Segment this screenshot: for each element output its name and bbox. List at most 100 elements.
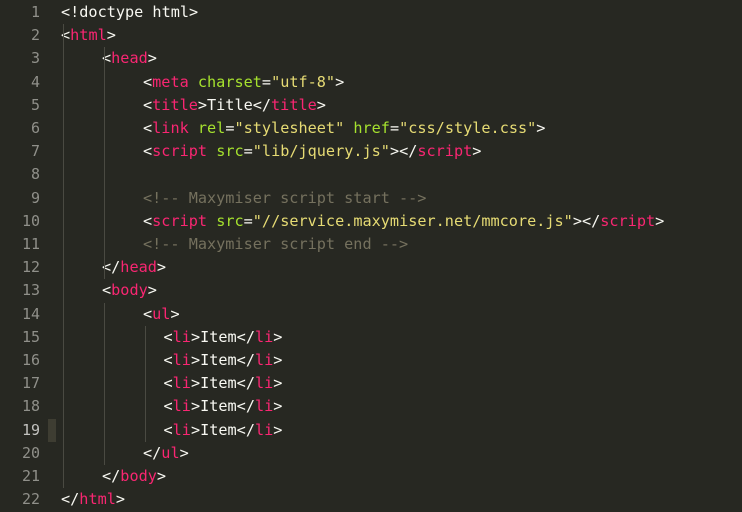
code-line[interactable]: <li>Item</li>	[164, 372, 283, 395]
indent-guide	[104, 302, 105, 465]
punctuation: <	[143, 142, 153, 161]
tag-name: li	[254, 351, 274, 369]
punctuation: <	[143, 211, 153, 230]
code-line[interactable]: <html>	[61, 24, 116, 47]
line-number: 12	[21, 258, 40, 277]
line-number: 16	[21, 351, 40, 369]
punctuation: >Item</	[190, 397, 255, 416]
punctuation: >Item</	[190, 327, 255, 346]
punctuation: <	[143, 72, 153, 91]
code-line[interactable]: <!-- Maxymiser script end -->	[143, 233, 408, 256]
punctuation: >	[179, 443, 189, 462]
tag-name: li	[172, 351, 191, 369]
punctuation: >Item</	[190, 420, 255, 439]
line-number: 2	[30, 26, 40, 45]
tag-name: li	[254, 327, 274, 346]
punctuation: >	[273, 327, 283, 346]
punctuation: ></	[572, 211, 601, 230]
tag-name: title	[152, 95, 198, 114]
punctuation: >	[147, 49, 157, 68]
punctuation: >	[273, 351, 283, 369]
code-line[interactable]: <body>	[102, 279, 157, 302]
punctuation: >	[156, 467, 167, 485]
punctuation	[189, 73, 198, 91]
punctuation: >	[156, 258, 167, 277]
punctuation: <	[143, 95, 153, 114]
punctuation: <	[163, 327, 173, 346]
line-number: 6	[30, 119, 40, 137]
tag-name: body	[111, 281, 148, 300]
line-number: 3	[30, 49, 40, 68]
string-value: "lib/jquery.js"	[252, 142, 390, 161]
line-number: 19	[21, 420, 40, 439]
code-line[interactable]: <!doctype html>	[61, 1, 198, 24]
punctuation: >	[335, 72, 345, 91]
code-line[interactable]: <script src="//service.maxymiser.net/mmc…	[143, 210, 664, 233]
line-number: 15	[21, 327, 40, 346]
punctuation: <	[143, 304, 153, 323]
punctuation: <	[163, 420, 173, 439]
punctuation	[344, 119, 353, 137]
code-line[interactable]: <li>Item</li>	[164, 419, 283, 442]
tag-name: meta	[152, 72, 189, 91]
punctuation: >	[536, 119, 546, 137]
string-value: "//service.maxymiser.net/mmcore.js"	[252, 211, 573, 230]
tag-name: ul	[152, 304, 171, 323]
punctuation: <	[163, 397, 173, 416]
tag-name: ul	[161, 443, 180, 462]
line-number: 21	[21, 467, 40, 485]
code-line[interactable]: <li>Item</li>	[164, 349, 283, 372]
punctuation: >Title</	[197, 95, 272, 114]
code-line[interactable]: <meta charset="utf-8">	[143, 71, 344, 94]
line-number: 18	[21, 397, 40, 416]
tag-name: link	[152, 119, 189, 137]
code-line[interactable]: <head>	[102, 47, 157, 70]
line-number: 9	[30, 188, 40, 207]
punctuation: >	[106, 26, 116, 45]
line-number: 13	[21, 281, 40, 300]
attribute-name: href	[353, 119, 390, 137]
code-line[interactable]: </ul>	[143, 442, 189, 465]
tag-name: li	[254, 420, 274, 439]
line-number: 10	[21, 211, 40, 230]
code-line[interactable]: <li>Item</li>	[164, 395, 283, 418]
punctuation: <	[143, 119, 153, 137]
code-line[interactable]: <li>Item</li>	[164, 326, 283, 349]
tag-name: script	[152, 142, 208, 161]
tag-name: title	[271, 95, 317, 114]
string-value: "utf-8"	[271, 72, 336, 91]
code-line[interactable]: </body>	[102, 465, 166, 488]
punctuation: ></	[389, 142, 418, 161]
tag-name: html	[79, 490, 116, 509]
line-number: 8	[30, 165, 40, 184]
punctuation: </	[102, 467, 121, 485]
punctuation: >Item</	[190, 374, 255, 393]
code-line[interactable]: <link rel="stylesheet" href="css/style.c…	[143, 117, 545, 140]
punctuation: =	[243, 142, 253, 161]
line-number: 17	[21, 374, 40, 393]
tag-name: html	[70, 26, 107, 45]
code-line[interactable]: <title>Title</title>	[143, 94, 326, 117]
line-number: 20	[21, 443, 40, 462]
tag-name: li	[254, 374, 274, 393]
line-number: 5	[30, 95, 40, 114]
punctuation: <	[163, 351, 173, 369]
punctuation	[207, 142, 216, 160]
tag-name: head	[120, 258, 157, 277]
code-line[interactable]: </head>	[102, 256, 166, 279]
punctuation: <	[163, 374, 173, 393]
punctuation: >	[273, 374, 283, 393]
attribute-name: src	[216, 211, 244, 230]
punctuation: </	[143, 443, 162, 462]
punctuation: >Item</	[190, 351, 255, 369]
code-line[interactable]: <!-- Maxymiser script start -->	[143, 187, 426, 210]
tag-name: body	[120, 467, 157, 485]
code-line[interactable]: </html>	[61, 488, 125, 511]
attribute-name: src	[216, 142, 244, 161]
punctuation: <!doctype html>	[61, 3, 199, 21]
punctuation: >	[273, 420, 283, 439]
tag-name: li	[172, 327, 191, 346]
code-line[interactable]: <script src="lib/jquery.js"></script>	[143, 140, 481, 163]
code-line[interactable]: <ul>	[143, 303, 180, 326]
string-value: "css/style.css"	[399, 119, 537, 137]
